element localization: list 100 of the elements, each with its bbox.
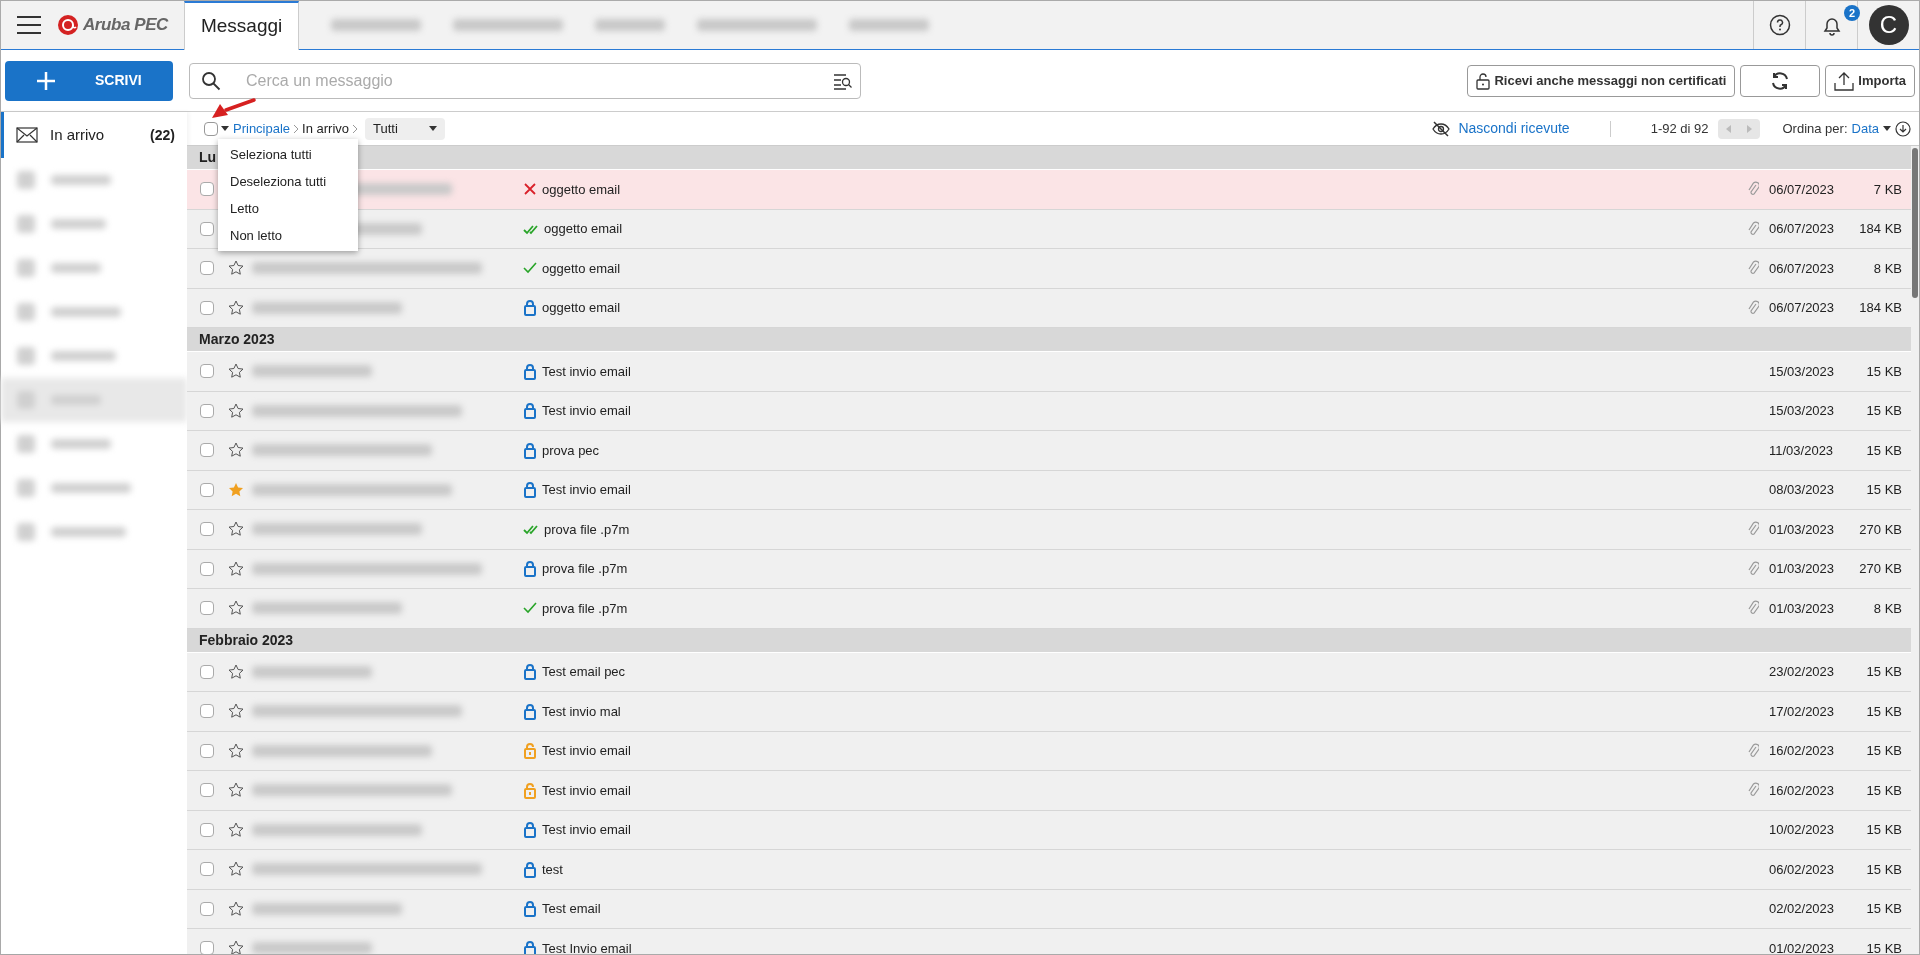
star-icon[interactable] [228,821,244,838]
row-checkbox[interactable] [200,182,214,197]
message-size: 15 KB [1865,742,1903,760]
message-row[interactable]: Test invio email 08/03/2023 15 KB [187,470,1911,510]
message-size: 15 KB [1865,402,1903,420]
message-row[interactable]: Test invio email 16/02/2023 15 KB [187,771,1911,811]
sidebar-item[interactable]: In arrivo (22) [1,112,187,158]
padlock-icon [523,939,537,954]
message-row[interactable]: oggetto email 06/07/2023 184 KB [187,288,1911,328]
help-icon[interactable] [1768,14,1791,36]
padlock-icon [523,702,537,720]
receive-uncertified-button[interactable]: Ricevi anche messaggi non certificati [1467,64,1736,97]
row-checkbox[interactable] [200,261,214,276]
row-checkbox[interactable] [200,482,214,497]
row-checkbox[interactable] [200,743,214,758]
row-checkbox[interactable] [200,822,214,837]
blurred-icon [17,259,35,277]
row-checkbox[interactable] [200,364,214,379]
cross-icon [523,182,537,197]
select-all-checkbox[interactable] [204,121,218,136]
avatar[interactable]: C [1868,5,1909,45]
row-checkbox[interactable] [200,561,214,576]
menu-item[interactable]: Deseleziona tutti [218,168,358,195]
menu-item[interactable]: Non letto [218,222,358,249]
message-row[interactable]: oggetto email 06/07/2023 8 KB [187,249,1911,289]
star-icon[interactable] [228,940,244,954]
star-icon[interactable] [228,600,244,617]
message-subject: oggetto email [542,299,621,317]
star-icon[interactable] [228,442,244,459]
message-row[interactable]: Test Invio email 01/02/2023 15 KB [187,929,1911,954]
message-row[interactable]: Test invio email 15/03/2023 15 KB [187,352,1911,392]
star-icon[interactable] [228,742,244,759]
import-button[interactable]: Importa [1825,64,1915,97]
message-row[interactable]: prova file .p7m 01/03/2023 8 KB [187,589,1911,629]
logo-text: Aruba PEC [83,14,168,37]
message-row[interactable]: Test invio mal 17/02/2023 15 KB [187,692,1911,732]
breadcrumb-link[interactable]: In arrivo [302,118,350,139]
sort-direction-icon[interactable] [1895,120,1911,137]
hide-receipts-link[interactable]: Nascondi ricevute [1432,118,1570,139]
message-size: 15 KB [1865,860,1903,879]
row-checkbox[interactable] [200,783,214,798]
breadcrumb-link[interactable]: Principale [233,118,291,139]
message-subject: prova pec [542,441,600,460]
message-row[interactable]: Test invio email 10/02/2023 15 KB [187,810,1911,850]
message-row[interactable]: Test email pec 23/02/2023 15 KB [187,652,1911,692]
refresh-button[interactable] [1740,64,1821,97]
star-icon[interactable] [228,521,244,538]
star-icon[interactable] [228,782,244,799]
row-checkbox[interactable] [200,443,214,458]
message-subject: oggetto email [542,259,621,278]
message-row[interactable]: prova file .p7m 01/03/2023 270 KB [187,549,1911,589]
message-row[interactable]: test 06/02/2023 15 KB [187,850,1911,890]
message-date: 06/07/2023 [1769,259,1836,278]
filter-search-icon[interactable] [833,71,853,90]
row-checkbox[interactable] [200,522,214,537]
caret-icon[interactable] [221,126,229,131]
tab[interactable]: Messaggi [183,1,300,50]
blurred-icon [17,303,35,321]
star-icon[interactable] [228,900,244,917]
row-checkbox[interactable] [200,300,214,315]
star-icon[interactable] [228,861,244,878]
star-icon[interactable] [228,663,244,680]
row-checkbox[interactable] [200,601,214,616]
search-field[interactable]: Cerca un messaggio [189,62,861,99]
row-checkbox[interactable] [200,403,214,418]
scrollbar-thumb[interactable] [1912,148,1918,298]
padlock-icon [523,362,537,380]
star-icon[interactable] [228,560,244,577]
redacted-label [51,263,101,273]
row-checkbox[interactable] [200,664,214,679]
row-checkbox[interactable] [200,941,214,954]
message-row[interactable]: prova pec 11/03/2023 15 KB [187,431,1911,471]
message-row[interactable]: Test invio email 16/02/2023 15 KB [187,731,1911,771]
group-title: Marzo 2023 [199,330,275,349]
message-date: 01/02/2023 [1769,939,1836,954]
chevron-icon [352,123,359,134]
star-icon[interactable] [228,299,244,316]
row-checkbox[interactable] [200,221,214,236]
menu-item[interactable]: Seleziona tutti [218,141,358,168]
message-row[interactable]: Test email 02/02/2023 15 KB [187,889,1911,929]
compose-button[interactable]: SCRIVI [5,60,173,101]
star-icon[interactable] [228,260,244,277]
filter-dropdown[interactable]: Tutti [365,117,446,140]
search-icon [201,70,221,91]
star-icon[interactable] [228,402,244,419]
row-checkbox[interactable] [200,862,214,877]
menu-icon[interactable] [17,16,41,34]
row-checkbox[interactable] [200,704,214,719]
star-icon[interactable] [228,703,244,720]
message-row[interactable]: Test invio email 15/03/2023 15 KB [187,391,1911,431]
message-row[interactable]: prova file .p7m 01/03/2023 270 KB [187,510,1911,550]
previous-page-icon[interactable] [1726,124,1732,133]
padlock-icon [523,663,537,681]
plus-icon [37,71,55,90]
star-icon[interactable] [228,363,244,380]
padlock-icon [523,441,537,459]
row-checkbox[interactable] [200,901,214,916]
star-icon[interactable] [228,481,244,498]
next-page-icon[interactable] [1747,124,1753,133]
sort-dropdown[interactable]: Data [1851,118,1891,139]
